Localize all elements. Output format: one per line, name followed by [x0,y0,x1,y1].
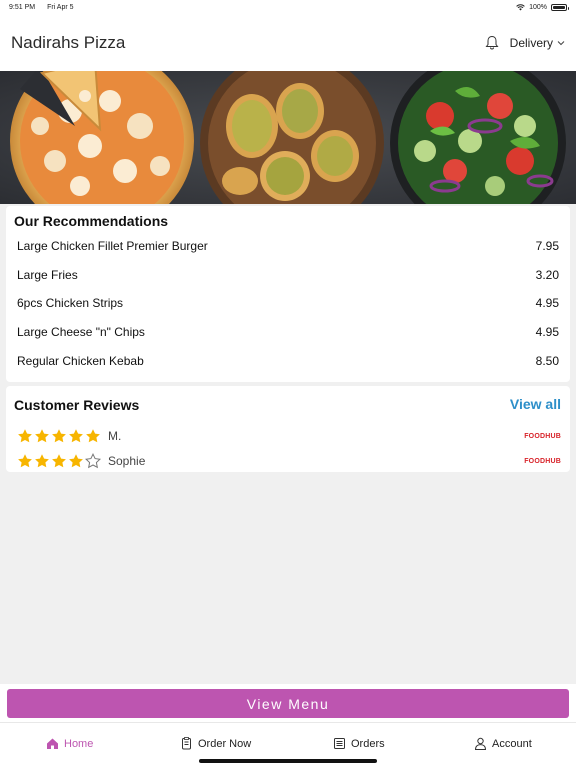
item-name: Large Cheese "n" Chips [17,325,145,340]
status-time: 9:51 PM [9,3,36,11]
view-menu-bar: View Menu [0,684,576,722]
item-name: Large Chicken Fillet Premier Burger [17,239,208,254]
review-item: Sophie FOODHUB [17,452,561,470]
item-price: 8.50 [535,353,559,368]
delivery-label: Delivery [509,35,553,50]
bottom-tab-bar: Home Order Now Orders Account [0,722,576,768]
tab-label: Home [64,737,94,750]
restaurant-name: Nadirahs Pizza [11,32,126,52]
battery-level [553,5,565,9]
bell-icon[interactable] [482,33,502,53]
view-menu-button[interactable]: View Menu [7,689,569,718]
recommendations-card: Our Recommendations Large Chicken Fillet… [6,206,570,382]
delivery-mode-selector[interactable]: Delivery [510,36,565,50]
reviewer-name: M. [108,429,122,443]
wifi-icon [516,3,525,10]
battery-icon [551,3,569,11]
list-item[interactable]: Large Cheese "n" Chips 4.95 [6,318,570,347]
order-icon [182,737,191,750]
star-filled-icon [35,454,49,468]
star-filled-icon [52,429,66,443]
star-filled-icon [69,454,83,468]
item-price: 7.95 [535,239,559,254]
home-indicator [199,759,377,763]
status-date: Fri Apr 5 [47,3,74,11]
list-item[interactable]: Large Chicken Fillet Premier Burger 7.95 [6,232,570,261]
item-name: Large Fries [17,267,78,282]
tab-order-now[interactable]: Order Now [180,737,251,750]
list-item[interactable]: Large Fries 3.20 [6,261,570,290]
star-filled-icon [18,454,32,468]
foodhub-logo: FOODHUB [524,432,561,440]
item-name: Regular Chicken Kebab [17,353,144,368]
salad-image [390,71,566,204]
tab-orders[interactable]: Orders [333,737,385,750]
customer-reviews-card: Customer Reviews View all M. FOODHUB Sop… [6,386,570,472]
star-filled-icon [86,429,100,443]
item-price: 4.95 [535,325,559,340]
list-item[interactable]: Regular Chicken Kebab 8.50 [6,346,570,375]
reviews-title: Customer Reviews [14,397,140,413]
status-bar: 9:51 PM Fri Apr 5 100% [0,0,576,14]
battery-percent: 100% [529,3,547,11]
star-empty-icon [85,453,101,469]
item-name: 6pcs Chicken Strips [17,296,124,311]
tab-account[interactable]: Account [474,737,532,750]
tab-label: Account [492,737,532,750]
star-filled-icon [69,429,83,443]
chevron-down-icon [557,40,565,45]
reviewer-name: Sophie [108,454,146,468]
star-rating [17,453,101,469]
user-icon [474,737,487,750]
pizza-image [10,71,194,204]
list-item[interactable]: 6pcs Chicken Strips 4.95 [6,289,570,318]
star-filled-icon [35,429,49,443]
garlic-bread-image [200,71,384,204]
star-filled-icon [18,429,32,443]
home-icon [47,738,58,749]
star-rating [17,428,101,444]
star-filled-icon [52,454,66,468]
recommendations-list: Large Chicken Fillet Premier Burger 7.95… [6,232,570,375]
review-item: M. FOODHUB [17,427,561,445]
hero-banner-image [0,71,576,204]
recommendations-title: Our Recommendations [14,213,169,229]
tab-home[interactable]: Home [46,737,93,750]
app-header: Nadirahs Pizza Delivery [0,14,576,71]
item-price: 3.20 [535,267,559,282]
tab-label: Order Now [198,737,252,750]
foodhub-logo: FOODHUB [524,457,561,465]
receipt-icon [334,738,345,749]
tab-label: Orders [351,737,385,750]
item-price: 4.95 [535,296,559,311]
view-all-reviews-link[interactable]: View all [510,396,561,412]
